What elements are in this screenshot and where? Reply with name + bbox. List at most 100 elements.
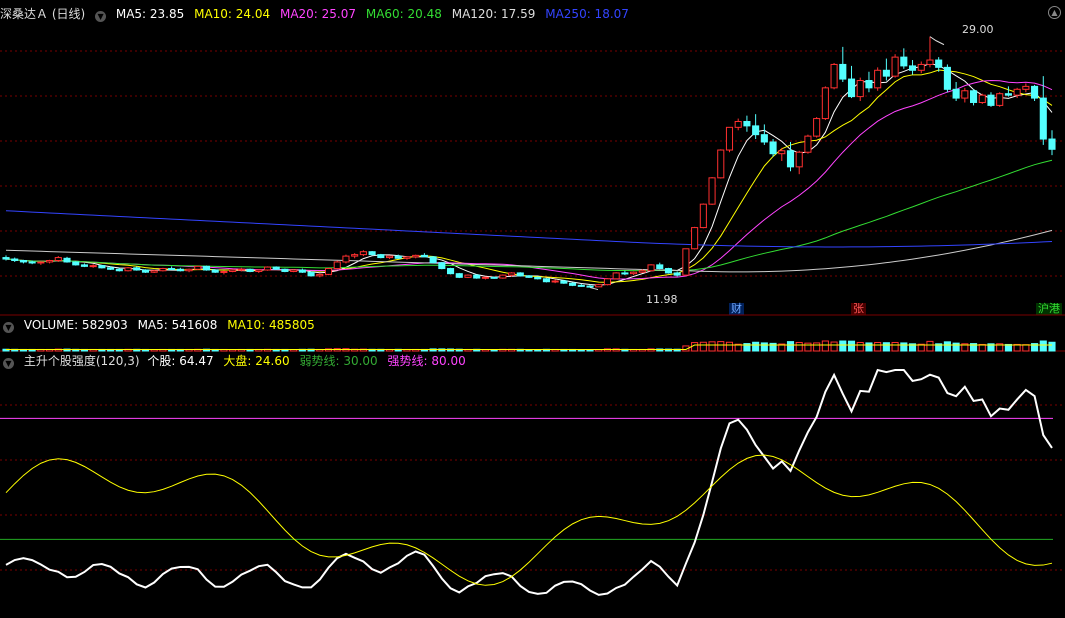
- candle-body: [961, 90, 969, 99]
- volume-bar: [891, 341, 899, 352]
- candle-body: [813, 118, 821, 137]
- candle-body: [743, 120, 751, 127]
- candle-body: [551, 280, 559, 283]
- volume-bar: [760, 342, 768, 352]
- high-marker-pointer: [929, 36, 945, 46]
- candle-body: [168, 268, 176, 271]
- candle-body: [290, 269, 298, 272]
- ma10-label: MA10: 24.04: [194, 7, 271, 21]
- vol-ma5-label: MA5: 541608: [137, 318, 218, 332]
- candle-body: [80, 264, 89, 267]
- candle-body: [586, 285, 594, 288]
- candle-body: [342, 255, 350, 263]
- volume-bar: [795, 341, 803, 352]
- candle-body: [786, 150, 795, 168]
- candle-body: [499, 274, 507, 279]
- volume-bar: [821, 340, 829, 352]
- candle-body: [159, 268, 167, 272]
- candle-body: [717, 149, 725, 179]
- volume-bar: [1048, 341, 1056, 352]
- candle-body: [255, 269, 263, 272]
- strength-panel-header: ▼ 主升个股强度(120,3) 个股: 64.47 大盘: 24.60 弱势线:…: [0, 353, 472, 369]
- chevron-down-icon[interactable]: ▼: [95, 11, 107, 22]
- candle-body: [351, 254, 359, 257]
- volume-panel-header: ▼ VOLUME: 582903 MA5: 541608 MA10: 48580…: [0, 317, 321, 333]
- candle-body: [246, 268, 254, 272]
- candle-body: [377, 254, 385, 259]
- candle-body: [359, 251, 367, 256]
- candle-body: [1004, 93, 1012, 96]
- candle-body: [699, 203, 707, 229]
- candle-body: [176, 268, 184, 272]
- candle-body: [211, 269, 219, 273]
- candle-body: [978, 94, 986, 103]
- candle-body: [307, 271, 315, 277]
- volume-bar: [752, 341, 760, 352]
- ma20-line: [5, 79, 1053, 280]
- candle-body: [237, 268, 245, 271]
- volume-bar: [900, 342, 908, 352]
- candle-body: [150, 270, 158, 273]
- indicator-name-label: 主升个股强度(120,3): [23, 354, 140, 368]
- stock-strength-label: 个股: 64.47: [147, 354, 214, 368]
- candle-body: [124, 267, 132, 272]
- vol-ma10-label: MA10: 485805: [227, 318, 315, 332]
- candle-body: [935, 59, 943, 68]
- low-marker-pointer: [589, 287, 599, 291]
- candle-body: [455, 273, 463, 278]
- candle-body: [856, 80, 864, 98]
- candle-body: [874, 69, 882, 89]
- candle-body: [952, 88, 960, 99]
- candle-body: [943, 66, 951, 90]
- volume-bar: [865, 342, 873, 352]
- candle-body: [630, 271, 638, 275]
- candle-body: [996, 93, 1004, 106]
- candle-body: [734, 120, 742, 128]
- volume-bar: [1039, 340, 1047, 352]
- candle-body: [420, 254, 428, 258]
- volume-bar: [708, 341, 716, 352]
- volume-bar: [882, 342, 890, 352]
- candle-body: [107, 267, 115, 270]
- market-strength-label: 大盘: 24.60: [223, 354, 290, 368]
- candle-body: [185, 268, 193, 272]
- candle-body: [621, 272, 629, 275]
- volume-bar: [926, 340, 934, 352]
- candle-body: [917, 63, 925, 71]
- candle-body: [508, 272, 516, 276]
- volume-bar: [699, 341, 707, 352]
- candle-body: [516, 272, 524, 277]
- expand-icon[interactable]: ▲: [1048, 6, 1061, 19]
- candle-body: [54, 257, 62, 261]
- volume-bar: [847, 340, 856, 352]
- candle-body: [638, 270, 646, 273]
- candle-body: [987, 94, 995, 106]
- candle-body: [72, 261, 80, 266]
- candle-body: [272, 266, 280, 270]
- candle-body: [1039, 97, 1047, 140]
- volume-bar: [717, 341, 725, 352]
- candle-body: [569, 282, 577, 286]
- candle-body: [664, 268, 673, 274]
- ma250-line: [5, 210, 1053, 248]
- volume-bar: [786, 341, 795, 352]
- candle-body: [647, 264, 655, 272]
- candle-body: [760, 134, 768, 143]
- chevron-down-icon[interactable]: ▼: [3, 358, 14, 369]
- volume-bar: [691, 342, 699, 352]
- ma20-label: MA20: 25.07: [279, 7, 357, 21]
- candle-body: [98, 265, 106, 269]
- stock-chart[interactable]: [0, 0, 1065, 618]
- volume-bar: [839, 340, 847, 352]
- candle-body: [141, 269, 150, 273]
- candle-body: [1048, 138, 1056, 150]
- strong-line-label: 强势线: 80.00: [387, 354, 466, 368]
- candle-body: [368, 251, 376, 256]
- candle-body: [673, 272, 681, 276]
- candle-body: [1031, 85, 1039, 99]
- candle-body: [89, 265, 97, 268]
- candle-body: [446, 268, 455, 275]
- stock-strength-line: [5, 368, 1053, 596]
- volume-bar: [952, 342, 960, 352]
- chevron-down-icon[interactable]: ▼: [3, 322, 14, 333]
